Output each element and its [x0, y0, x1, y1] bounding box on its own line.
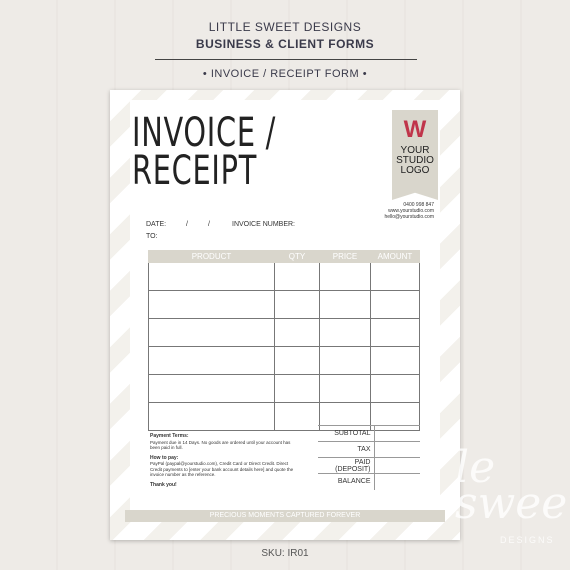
date-separator: /: [208, 221, 210, 228]
balance-label: BALANCE: [318, 473, 375, 490]
watermark-logo: le sweet: [455, 442, 570, 529]
subtotal-label: SUBTOTAL: [318, 425, 375, 442]
col-product: PRODUCT: [148, 250, 275, 263]
sku-label: SKU: IR01: [261, 548, 309, 559]
table-row: [148, 318, 420, 347]
subtitle: BUSINESS & CLIENT FORMS: [195, 37, 375, 51]
line-items-table: PRODUCT QTY PRICE AMOUNT: [148, 250, 420, 431]
divider: [155, 59, 417, 60]
tax-label: TAX: [318, 441, 375, 458]
watermark-sub: DESIGNS: [500, 535, 555, 545]
logo-text: YOUR STUDIO LOGO: [396, 145, 434, 176]
table-row: [148, 346, 420, 375]
contact-email: hello@yourstudio.com: [384, 214, 434, 220]
footer-banner: PRECIOUS MOMENTS CAPTURED FOREVER: [125, 510, 445, 522]
table-row: [148, 374, 420, 403]
totals-table: SUBTOTAL TAX PAID (DEPOSIT) BALANCE: [318, 425, 420, 490]
col-qty: QTY: [274, 250, 320, 263]
payment-terms-title: Payment Terms:: [150, 433, 189, 439]
invoice-number-label: INVOICE NUMBER:: [232, 221, 296, 228]
title-line-1: INVOICE /: [132, 110, 277, 156]
col-amount: AMOUNT: [370, 250, 420, 263]
studio-logo: W YOUR STUDIO LOGO: [392, 110, 438, 200]
brand-name: LITTLE SWEET DESIGNS: [208, 20, 362, 34]
form-name: • INVOICE / RECEIPT FORM •: [202, 68, 368, 80]
how-to-pay-text: PayPal (paypal@yourstudio.com), Credit C…: [150, 461, 294, 477]
logo-mark: W: [403, 116, 427, 143]
to-label: TO:: [146, 233, 158, 240]
invoice-title: INVOICE / RECEIPT: [132, 110, 277, 194]
invoice-paper: INVOICE / RECEIPT W YOUR STUDIO LOGO 040…: [110, 90, 460, 540]
date-label: DATE:: [146, 221, 167, 228]
date-separator: /: [186, 221, 188, 228]
title-line-2: RECEIPT: [132, 148, 258, 194]
payment-terms-text: Payment due in 14 Days. No goods are ord…: [150, 439, 291, 451]
table-header: PRODUCT QTY PRICE AMOUNT: [148, 250, 420, 263]
col-price: PRICE: [319, 250, 371, 263]
table-row: [148, 290, 420, 319]
thank-you: Thank you!: [150, 481, 177, 488]
deposit-label: PAID (DEPOSIT): [318, 457, 375, 474]
how-to-pay-title: How to pay:: [150, 454, 179, 461]
payment-info: Payment Terms: Payment due in 14 Days. No…: [150, 433, 295, 492]
table-row: [148, 262, 420, 291]
